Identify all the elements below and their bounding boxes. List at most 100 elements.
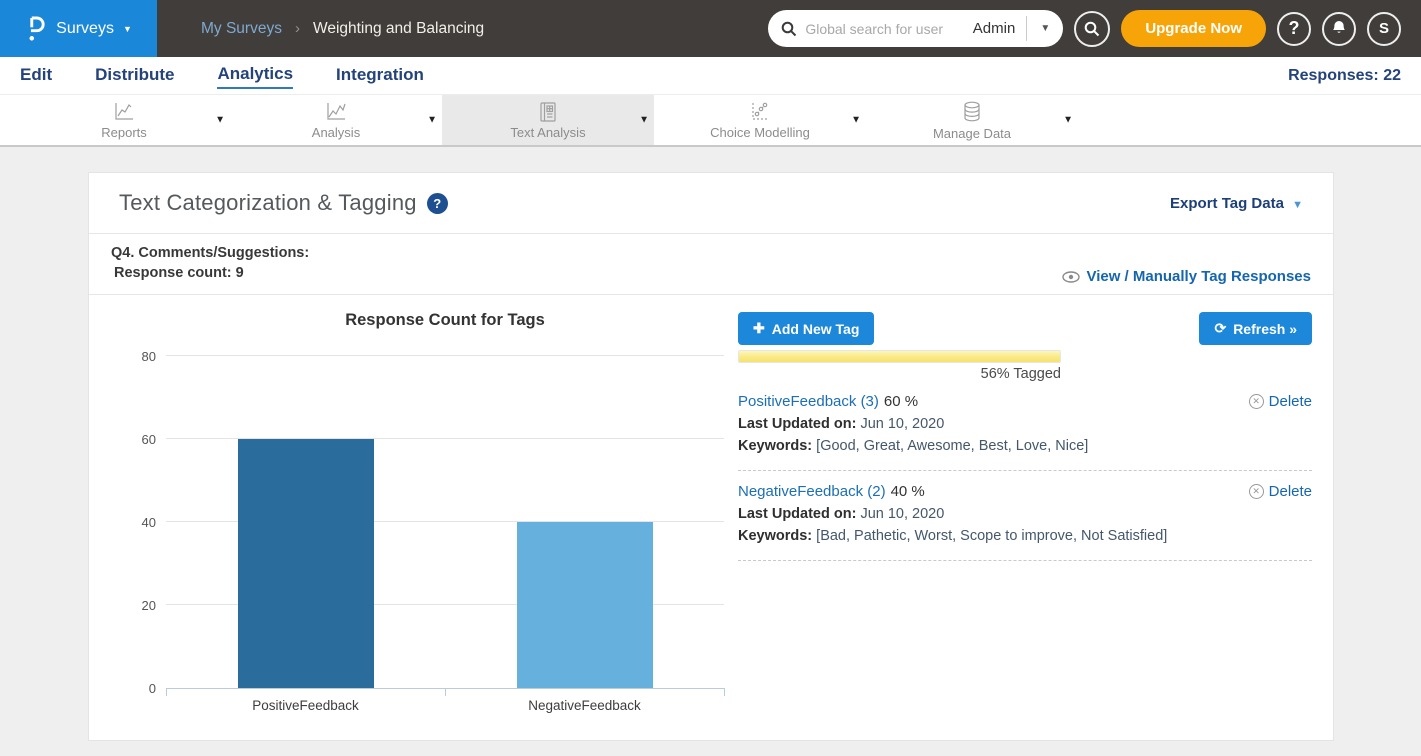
question-title: Q4. Comments/Suggestions: [111,243,309,263]
analytics-tabstrip: Reports ▼ Analysis ▼ Text Analysis ▼ [0,95,1421,147]
eye-icon [1062,271,1080,283]
y-axis-tick-label: 40 [116,515,156,530]
search-icon [781,21,797,37]
database-icon [960,100,984,124]
nav-item-analytics[interactable]: Analytics [217,62,293,89]
tag-last-updated: Last Updated on: Jun 10, 2020 [738,416,1312,432]
tag-percent: 40 % [891,483,925,500]
view-manually-tag-link[interactable]: View / Manually Tag Responses [1062,268,1311,285]
chevron-down-icon[interactable]: ▼ [427,115,437,126]
plus-icon: ✚ [753,320,765,337]
response-count-chart: Response Count for Tags 020406080Positiv… [166,311,724,689]
question-section: Q4. Comments/Suggestions: Response count… [89,234,1333,295]
x-axis-tick [166,688,167,696]
line-chart-icon [112,101,136,123]
breadcrumb: My Surveys › Weighting and Balancing [201,20,484,38]
tag-keywords: Keywords: [Bad, Pathetic, Worst, Scope t… [738,528,1312,544]
divider [738,470,1312,471]
circle-x-icon: ✕ [1249,394,1264,409]
tag-row: PositiveFeedback (3) 60 % ✕ Delete Last … [738,391,1312,458]
help-button[interactable]: ? [1277,12,1311,46]
avatar[interactable]: S [1367,12,1401,46]
text-tagging-card: Text Categorization & Tagging ? Export T… [88,172,1334,741]
page-title: Text Categorization & Tagging [119,190,417,216]
add-new-tag-button[interactable]: ✚ Add New Tag [738,312,874,345]
tab-reports[interactable]: Reports ▼ [18,95,230,145]
y-axis-tick-label: 20 [116,598,156,613]
y-axis-tick-label: 60 [116,432,156,447]
top-header: Surveys ▼ My Surveys › Weighting and Bal… [0,0,1421,57]
tag-panel: ✚ Add New Tag ⟳ Refresh » 56% Tagged Pos… [738,312,1312,571]
question-info: Q4. Comments/Suggestions: Response count… [111,243,309,294]
x-axis-category-label: PositiveFeedback [206,698,406,713]
refresh-icon: ⟳ [1214,320,1226,337]
questionpro-logo [25,15,47,43]
export-tag-data-dropdown[interactable]: Export Tag Data ▼ [1170,195,1303,212]
notifications-button[interactable] [1322,12,1356,46]
divider [738,560,1312,561]
breadcrumb-survey-name: Weighting and Balancing [313,20,484,38]
nav-item-integration[interactable]: Integration [336,63,424,88]
tag-percent: 60 % [884,393,918,410]
chevron-down-icon[interactable]: ▼ [215,115,225,126]
y-axis-tick-label: 80 [116,349,156,364]
x-axis-tick [445,688,446,696]
refresh-button[interactable]: ⟳ Refresh » [1199,312,1312,345]
responses-count: Responses: 22 [1288,67,1401,85]
response-count: Response count: 9 [111,263,309,283]
bar-NegativeFeedback[interactable] [517,522,653,688]
tag-actions: ✚ Add New Tag ⟳ Refresh » [738,312,1312,345]
global-search: Admin ▼ [768,10,1063,47]
y-axis-tick-label: 0 [116,681,156,696]
tab-manage-data[interactable]: Manage Data ▼ [866,95,1078,145]
chart-plot: 020406080PositiveFeedbackNegativeFeedbac… [166,357,724,689]
tag-keywords: Keywords: [Good, Great, Awesome, Best, L… [738,438,1312,454]
chart-title: Response Count for Tags [166,311,724,330]
tag-last-updated: Last Updated on: Jun 10, 2020 [738,506,1312,522]
header-actions: Admin ▼ Upgrade Now ? S [768,10,1421,47]
help-icon[interactable]: ? [427,193,448,214]
chevron-down-icon: ▼ [1292,199,1303,211]
question-mark-icon: ? [1289,18,1300,39]
bell-icon [1331,20,1347,37]
chevron-down-icon: ▼ [123,24,132,34]
breadcrumb-my-surveys[interactable]: My Surveys [201,20,282,38]
global-search-input[interactable] [805,21,961,37]
survey-nav: Edit Distribute Analytics Integration Re… [0,57,1421,95]
scatter-chart-icon [748,101,772,123]
x-axis-category-label: NegativeFeedback [485,698,685,713]
document-grid-icon [537,101,559,123]
nav-item-edit[interactable]: Edit [20,63,52,88]
tag-name-link[interactable]: NegativeFeedback (2) [738,483,886,500]
chevron-down-icon[interactable]: ▼ [1063,115,1073,126]
surveys-product-dropdown[interactable]: Surveys ▼ [0,0,157,57]
tagged-progress-bar [738,350,1061,363]
nav-item-distribute[interactable]: Distribute [95,63,174,88]
page-content: Text Categorization & Tagging ? Export T… [0,172,1421,756]
delete-tag-button[interactable]: ✕ Delete [1249,393,1312,410]
chevron-down-icon[interactable]: ▼ [851,115,861,126]
quick-search-button[interactable] [1074,11,1110,47]
card-body: Response Count for Tags 020406080Positiv… [89,295,1333,739]
trend-chart-icon [324,101,348,123]
circle-x-icon: ✕ [1249,484,1264,499]
search-scope-dropdown[interactable]: ▼ [1027,23,1063,34]
tagged-percent-label: 56% Tagged [738,366,1061,382]
search-icon [1084,21,1100,37]
chevron-down-icon[interactable]: ▼ [639,115,649,126]
chevron-right-icon: › [295,20,300,37]
gridline [166,355,724,356]
tab-text-analysis[interactable]: Text Analysis ▼ [442,95,654,145]
delete-tag-button[interactable]: ✕ Delete [1249,483,1312,500]
card-header: Text Categorization & Tagging ? Export T… [89,173,1333,234]
product-name: Surveys [56,20,114,38]
upgrade-now-button[interactable]: Upgrade Now [1121,10,1266,47]
tab-analysis[interactable]: Analysis ▼ [230,95,442,145]
bar-PositiveFeedback[interactable] [238,439,374,688]
tag-name-link[interactable]: PositiveFeedback (3) [738,393,879,410]
x-axis-tick [724,688,725,696]
tab-choice-modelling[interactable]: Choice Modelling ▼ [654,95,866,145]
tag-row: NegativeFeedback (2) 40 % ✕ Delete Last … [738,481,1312,548]
search-scope-value: Admin [962,20,1027,37]
tagged-progress-fill [739,351,1060,362]
